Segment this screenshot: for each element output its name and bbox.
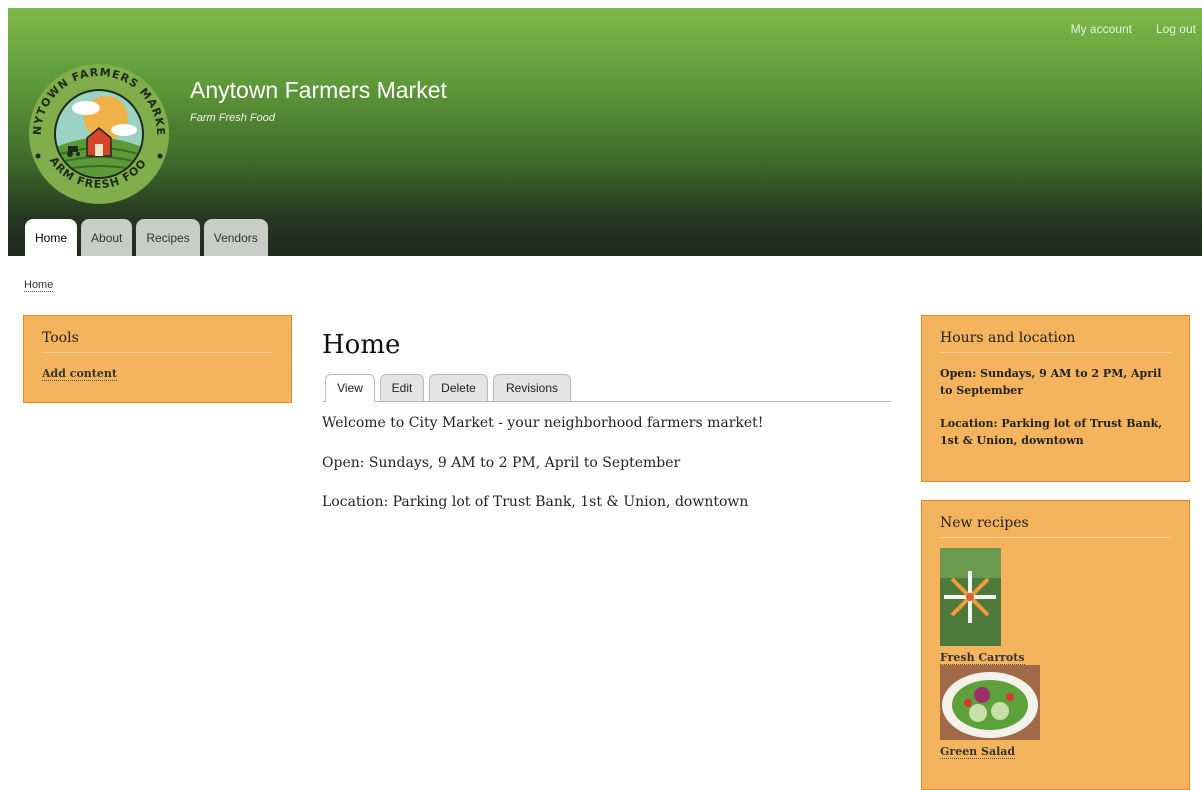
main-menu-vendors[interactable]: Vendors — [203, 219, 268, 256]
main-menu-home[interactable]: Home — [25, 219, 78, 256]
tab-revisions[interactable]: Revisions — [493, 374, 571, 401]
add-content-link[interactable]: Add content — [42, 367, 117, 381]
site-slogan: Farm Fresh Food — [190, 112, 275, 124]
site-header: My account Log out ANYTOWN FARMERS MARKE… — [8, 8, 1202, 256]
new-recipes-block: New recipes Fresh Carrots Green Salad — [921, 500, 1190, 790]
hours-open-text: Open: Sundays, 9 AM to 2 PM, April to Se… — [940, 367, 1162, 397]
site-name[interactable]: Anytown Farmers Market — [190, 77, 447, 104]
recipe-link-fresh-carrots[interactable]: Fresh Carrots — [940, 651, 1025, 665]
main-menu-about[interactable]: About — [81, 219, 133, 256]
site-logo[interactable]: ANYTOWN FARMERS MARKET FARM FRESH FOOD — [24, 56, 174, 206]
hours-location-block: Hours and location Open: Sundays, 9 AM t… — [921, 315, 1190, 482]
local-tasks: View Edit Delete Revisions — [322, 374, 891, 402]
main-menu-recipes[interactable]: Recipes — [136, 219, 200, 256]
recipe-link-green-salad[interactable]: Green Salad — [940, 745, 1016, 759]
my-account-link[interactable]: My account — [1071, 22, 1132, 36]
log-out-link[interactable]: Log out — [1156, 22, 1196, 36]
tab-edit[interactable]: Edit — [380, 374, 424, 401]
hours-title: Hours and location — [940, 316, 1171, 353]
open-paragraph: Open: Sundays, 9 AM to 2 PM, April to Se… — [322, 455, 681, 471]
tools-title: Tools — [42, 316, 273, 353]
welcome-paragraph: Welcome to City Market - your neighborho… — [322, 415, 764, 431]
tools-block: Tools Add content — [23, 315, 292, 403]
hours-location-text: Location: Parking lot of Trust Bank, 1st… — [940, 417, 1163, 447]
location-paragraph: Location: Parking lot of Trust Bank, 1st… — [322, 494, 749, 510]
recipe-image-carrots[interactable] — [940, 548, 1001, 646]
secondary-nav: My account Log out — [1071, 22, 1196, 36]
recipe-image-green-salad[interactable] — [940, 665, 1040, 740]
new-recipes-title: New recipes — [940, 501, 1171, 538]
tab-view[interactable]: View — [325, 374, 375, 402]
main-menu: Home About Recipes Vendors — [25, 219, 268, 256]
tab-delete[interactable]: Delete — [429, 374, 488, 401]
breadcrumb-home[interactable]: Home — [24, 279, 54, 292]
page-title: Home — [322, 330, 401, 360]
